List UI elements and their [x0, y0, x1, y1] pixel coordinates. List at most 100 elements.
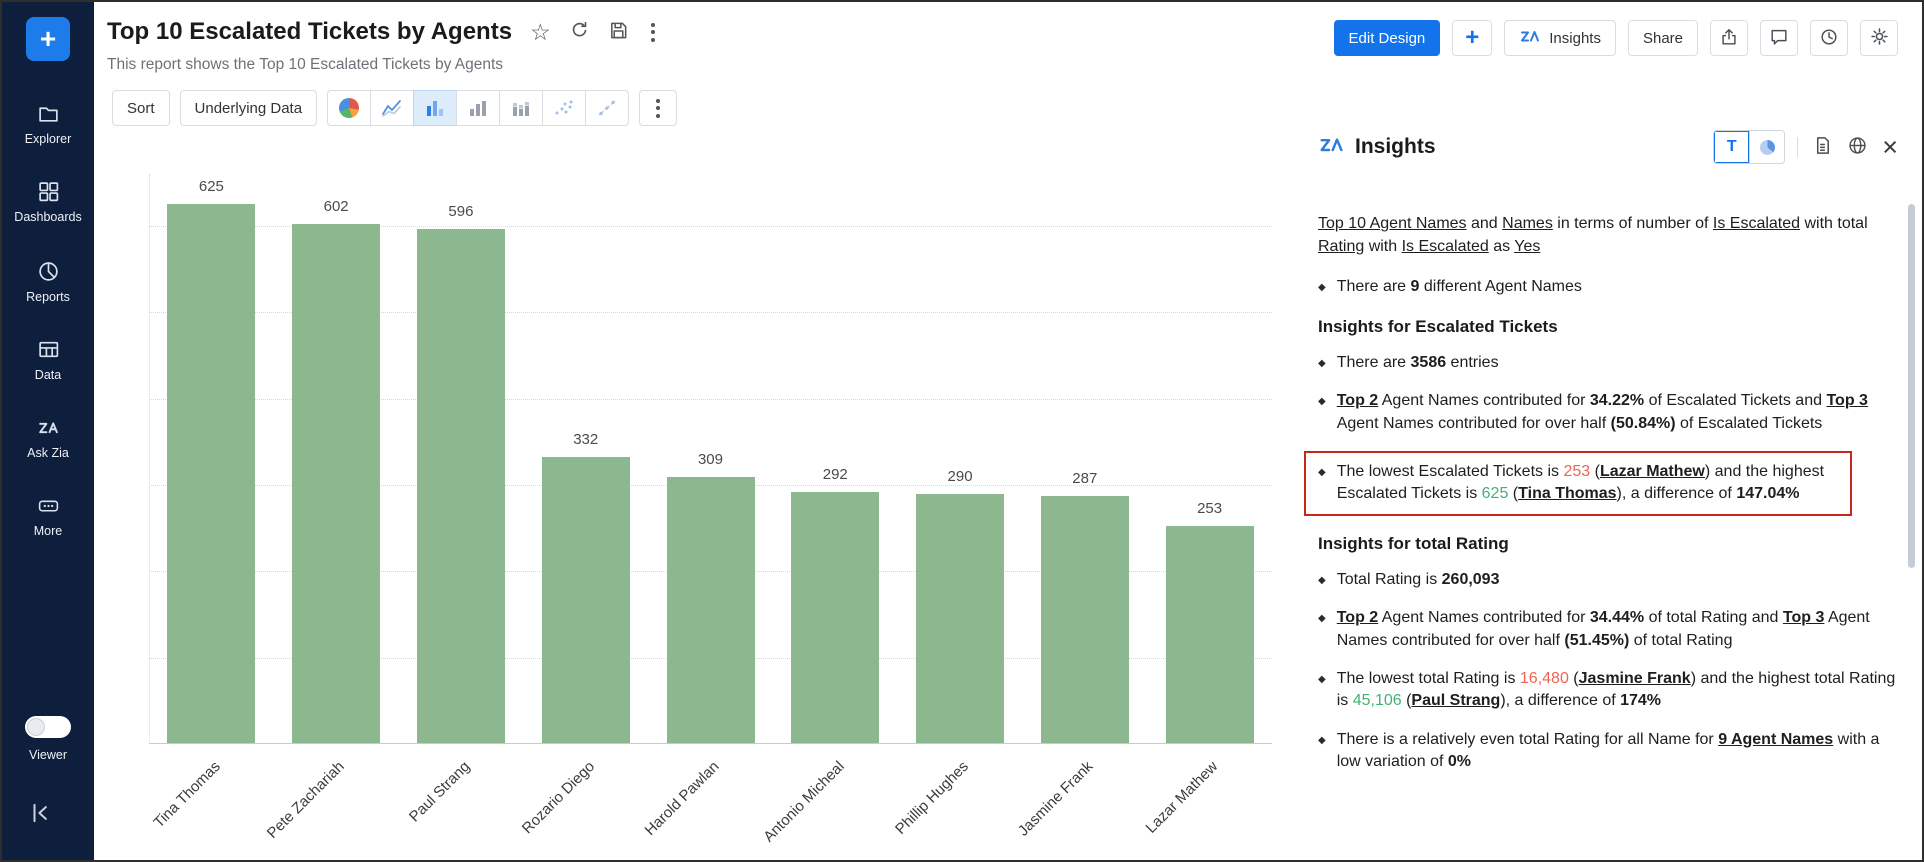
favorite-star-button[interactable]: ☆ — [530, 21, 551, 44]
sort-button[interactable]: Sort — [112, 90, 170, 126]
export-icon — [1719, 27, 1739, 50]
sidebar: + Explorer Dashboards Reports Data — [2, 2, 94, 860]
save-icon — [608, 20, 629, 44]
insight-text: There are 3586 entries — [1337, 352, 1499, 374]
title-more-options-button[interactable] — [647, 19, 659, 46]
insight-item: ◆The lowest total Rating is 16,480 (Jasm… — [1318, 668, 1900, 713]
insights-publish-button[interactable] — [1845, 133, 1870, 161]
bar-value-label: 625 — [149, 178, 274, 195]
app-window: + Explorer Dashboards Reports Data — [0, 0, 1924, 862]
pie-report-icon — [37, 260, 60, 283]
share-button[interactable]: Share — [1628, 20, 1698, 56]
comments-button[interactable] — [1760, 20, 1798, 56]
bar[interactable] — [167, 204, 255, 744]
bullet-diamond-icon: ◆ — [1318, 461, 1326, 506]
viewer-toggle[interactable] — [25, 716, 71, 738]
add-button[interactable]: + — [1452, 20, 1492, 56]
line-chart-icon[interactable] — [370, 90, 414, 126]
insights-button[interactable]: Insights — [1504, 20, 1616, 56]
table-icon — [37, 338, 60, 361]
sidebar-item-more[interactable]: More — [2, 494, 94, 538]
toolbar-more-options-button[interactable] — [639, 90, 677, 126]
settings-gear-icon — [1869, 26, 1890, 50]
sidebar-item-data[interactable]: Data — [2, 338, 94, 382]
sidebar-item-dashboards[interactable]: Dashboards — [2, 180, 94, 224]
bar[interactable] — [292, 224, 380, 744]
bar[interactable] — [791, 492, 879, 744]
insights-scrollbar[interactable] — [1908, 174, 1915, 842]
text-view-icon: T — [1727, 138, 1737, 156]
insight-summary: Top 10 Agent Names and Names in terms of… — [1318, 212, 1900, 258]
bar[interactable] — [916, 494, 1004, 744]
sidebar-item-label: Data — [35, 368, 61, 382]
insight-item: ◆Top 2 Agent Names contributed for 34.22… — [1318, 390, 1900, 435]
document-icon — [1812, 135, 1833, 159]
comment-icon — [1769, 27, 1789, 50]
bullet-diamond-icon: ◆ — [1318, 390, 1326, 435]
insight-text: There are 9 different Agent Names — [1337, 276, 1582, 298]
edit-design-button[interactable]: Edit Design — [1334, 20, 1441, 56]
sidebar-item-reports[interactable]: Reports — [2, 260, 94, 304]
toggle-knob — [27, 718, 45, 736]
x-axis-label: Antonio Micheal — [760, 758, 847, 845]
bullet-diamond-icon: ◆ — [1318, 607, 1326, 652]
zia-logo-icon — [37, 416, 60, 439]
insights-view-switcher: T — [1713, 130, 1785, 164]
insight-item: ◆Top 2 Agent Names contributed for 34.44… — [1318, 607, 1900, 652]
stacked-bar-icon[interactable] — [499, 90, 543, 126]
settings-button[interactable] — [1860, 20, 1898, 56]
plus-icon: + — [40, 25, 56, 53]
x-axis-label: Tina Thomas — [150, 758, 223, 831]
bar[interactable] — [542, 457, 630, 744]
pie-chart-icon[interactable] — [327, 90, 371, 126]
insights-title: Insights — [1355, 135, 1436, 159]
insights-chart-view-toggle[interactable] — [1749, 131, 1784, 163]
header-actions: Edit Design + Insights Share — [1334, 20, 1898, 56]
bar[interactable] — [667, 477, 755, 744]
history-clock-icon — [1819, 27, 1839, 50]
collapse-sidebar-button[interactable] — [28, 800, 54, 831]
scatter-plot-icon[interactable] — [542, 90, 586, 126]
clustered-bar-icon[interactable] — [456, 90, 500, 126]
history-button[interactable] — [1810, 20, 1848, 56]
refresh-icon — [569, 20, 590, 44]
save-button[interactable] — [608, 20, 629, 44]
kebab-menu-icon — [647, 19, 659, 46]
star-icon: ☆ — [530, 21, 551, 44]
insights-document-button[interactable] — [1810, 133, 1835, 161]
insight-text: Insights for Escalated Tickets — [1318, 317, 1558, 336]
bar-chart-icon[interactable] — [413, 90, 457, 126]
bar[interactable] — [1166, 526, 1254, 745]
bar[interactable] — [417, 229, 505, 744]
insights-content: Top 10 Agent Names and Names in terms of… — [1318, 212, 1900, 789]
more-ellipsis-icon — [37, 494, 60, 517]
sidebar-item-label: Explorer — [25, 132, 72, 146]
bar-value-label: 332 — [523, 431, 648, 448]
bullet-diamond-icon: ◆ — [1318, 276, 1326, 298]
pie-chart-icon — [1760, 140, 1775, 155]
chart-toolbar: Sort Underlying Data — [112, 90, 677, 126]
bubble-chart-icon[interactable] — [585, 90, 629, 126]
sidebar-item-label: Reports — [26, 290, 70, 304]
x-axis-label: Lazar Mathew — [1143, 758, 1222, 837]
bar-value-label: 290 — [898, 468, 1023, 485]
create-new-button[interactable]: + — [26, 17, 70, 61]
scrollbar-thumb[interactable] — [1908, 204, 1915, 568]
sidebar-item-explorer[interactable]: Explorer — [2, 102, 94, 146]
x-axis-label: Pete Zachariah — [264, 758, 348, 842]
kebab-menu-icon — [652, 95, 664, 122]
close-icon: × — [1882, 134, 1898, 161]
export-button[interactable] — [1710, 20, 1748, 56]
insight-item: ◆ There are 9 different Agent Names — [1318, 276, 1900, 298]
underlying-data-button[interactable]: Underlying Data — [180, 90, 318, 126]
insight-item: ◆There are 3586 entries — [1318, 352, 1900, 374]
x-axis-label: Jasmine Frank — [1015, 758, 1097, 840]
insight-section-heading: Insights for Escalated Tickets — [1318, 317, 1900, 337]
insights-button-label: Insights — [1549, 30, 1601, 47]
bar[interactable] — [1041, 496, 1129, 744]
sidebar-item-ask-zia[interactable]: Ask Zia — [2, 416, 94, 460]
insights-text-view-toggle[interactable]: T — [1714, 131, 1749, 163]
insights-close-button[interactable]: × — [1880, 132, 1900, 163]
bar-value-label: 253 — [1147, 500, 1272, 517]
refresh-button[interactable] — [569, 20, 590, 44]
